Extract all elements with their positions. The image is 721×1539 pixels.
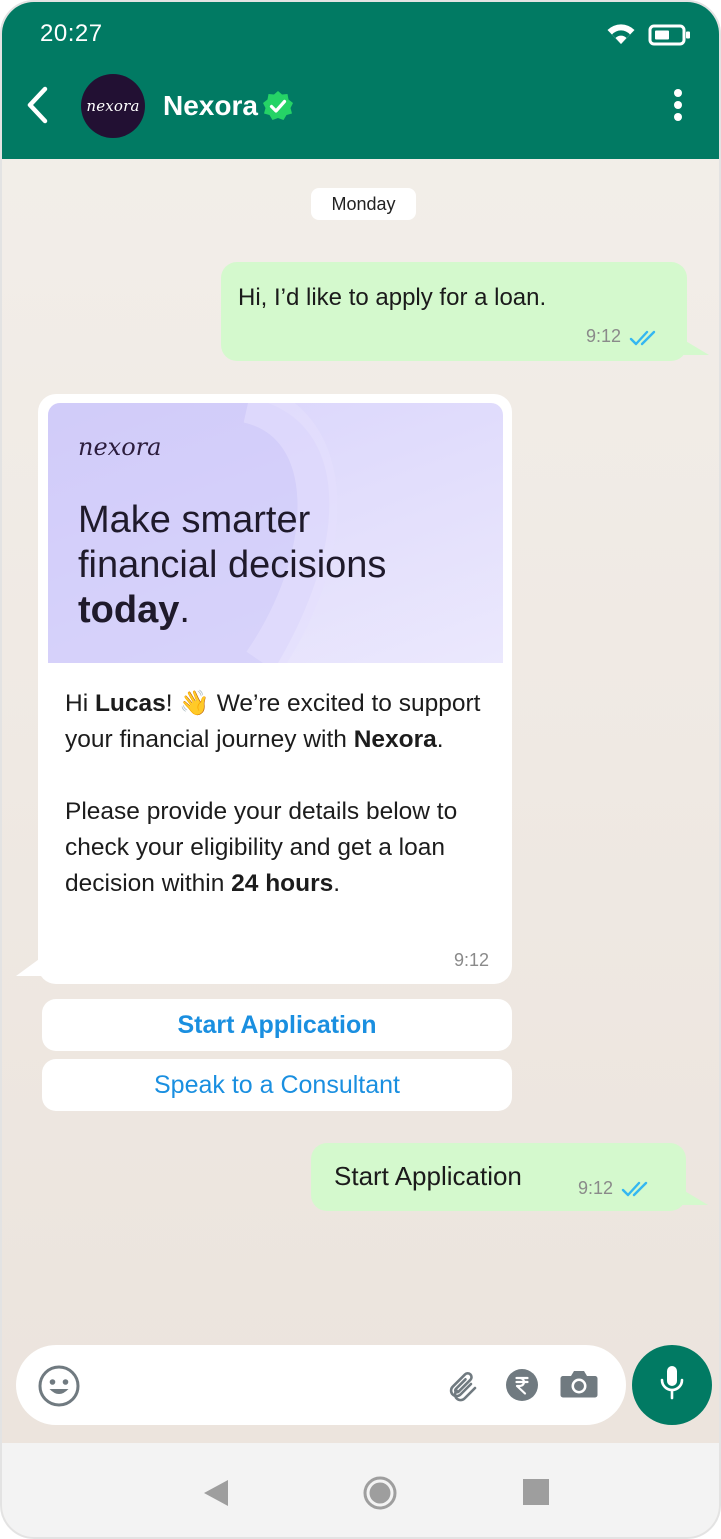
banner-headline: Make smarter financial decisions today. bbox=[78, 498, 498, 633]
status-time: 20:27 bbox=[40, 20, 103, 47]
read-ticks-icon bbox=[629, 329, 665, 352]
headline-line: financial decisions bbox=[78, 544, 387, 586]
back-arrow-icon[interactable] bbox=[24, 86, 52, 129]
recipient-name: Lucas bbox=[94, 690, 166, 717]
avatar[interactable]: nexora bbox=[81, 74, 145, 138]
text-span: Hi bbox=[65, 690, 95, 717]
message-time: 9:12 bbox=[454, 950, 490, 970]
bubble-tail bbox=[679, 337, 709, 355]
decision-time: 24 hours bbox=[231, 870, 334, 897]
mic-icon bbox=[657, 1364, 687, 1407]
headline-end: . bbox=[179, 589, 190, 631]
text-span: . bbox=[333, 870, 341, 897]
outgoing-message: Start Application 9:12 bbox=[311, 1143, 708, 1211]
battery-icon bbox=[648, 24, 692, 51]
nav-recents-icon[interactable] bbox=[523, 1479, 549, 1510]
emoji-icon[interactable] bbox=[37, 1364, 81, 1413]
brand-name: Nexora bbox=[353, 726, 437, 753]
nav-back-icon[interactable] bbox=[202, 1478, 230, 1513]
chat-header: 20:27 nexora Nexora bbox=[2, 2, 719, 159]
nav-home-icon[interactable] bbox=[363, 1476, 397, 1515]
message-body: Hi Lucas! 👋 We’re excited to support you… bbox=[65, 686, 495, 902]
headline-bold: today bbox=[78, 589, 180, 631]
attach-icon[interactable] bbox=[446, 1367, 482, 1408]
outgoing-message: Hi, I’d like to apply for a loan. 9:12 bbox=[221, 262, 709, 361]
headline-line: Make smarter bbox=[78, 499, 311, 541]
bubble-tail bbox=[678, 1187, 708, 1205]
speak-to-consultant-button[interactable]: Speak to a Consultant bbox=[42, 1059, 512, 1111]
phone-screen: 20:27 nexora Nexora Monday Hi, I’d like … bbox=[0, 0, 721, 1539]
message-composer[interactable] bbox=[16, 1345, 626, 1425]
text-span: . bbox=[436, 726, 444, 753]
banner-logo: nexora bbox=[78, 433, 162, 461]
contact-name[interactable]: Nexora bbox=[163, 90, 258, 122]
more-vert-icon[interactable] bbox=[668, 88, 688, 129]
message-text: Start Application bbox=[334, 1161, 522, 1191]
promo-banner: nexora Make smarter financial decisions … bbox=[48, 403, 503, 663]
details-paragraph: Please provide your details below to che… bbox=[65, 794, 495, 902]
message-time: 9:12 bbox=[578, 1178, 614, 1198]
headline-line: today. bbox=[78, 588, 498, 633]
mic-button[interactable] bbox=[632, 1345, 712, 1425]
incoming-template-message: nexora Make smarter financial decisions … bbox=[16, 394, 512, 984]
start-application-button[interactable]: Start Application bbox=[42, 999, 512, 1051]
rupee-icon[interactable] bbox=[505, 1368, 539, 1407]
wifi-icon bbox=[606, 22, 636, 51]
read-ticks-icon bbox=[621, 1180, 657, 1203]
message-time: 9:12 bbox=[586, 326, 622, 346]
greeting-paragraph: Hi Lucas! 👋 We’re excited to support you… bbox=[65, 686, 495, 758]
camera-icon[interactable] bbox=[559, 1368, 599, 1405]
bubble-tail bbox=[16, 954, 46, 976]
date-chip: Monday bbox=[311, 188, 416, 220]
verified-badge-icon bbox=[262, 90, 294, 127]
system-nav-bar bbox=[2, 1443, 719, 1537]
message-text: Hi, I’d like to apply for a loan. bbox=[238, 284, 547, 311]
